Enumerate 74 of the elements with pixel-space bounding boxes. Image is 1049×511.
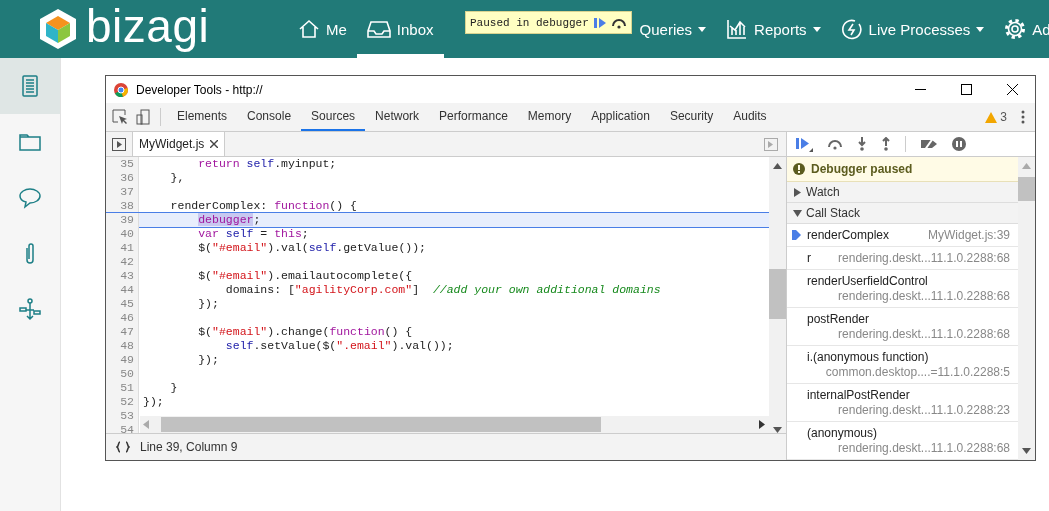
source-location: rendering.deskt...11.1.0.2288:68 [838,289,1010,304]
line-number: 46 [106,311,139,325]
code-line: domains: ["agilityCorp.com"] //add your own additional domains [224,283,661,297]
line-number: 38 [106,199,139,213]
window-title: Developer Tools - http:// [136,82,263,97]
function-name: r [807,251,811,266]
code-line: } [169,381,178,395]
function-name: (anonymous) [807,426,878,441]
source-location: rendering.deskt...11.1.0.2288:68 [838,251,1010,266]
nav-tab[interactable]: Queries [629,0,717,58]
line-number: 47 [106,325,139,339]
line-number: 36 [106,171,139,185]
code-line: self.setValue($(".email").val()); [224,339,454,353]
nav-tab[interactable]: Inbox [356,0,444,58]
function-name: i.(anonymous function) [807,350,929,365]
line-number: 41 [106,241,139,255]
code-line: debugger; [197,213,261,227]
devtools-tab[interactable]: Console [237,103,302,131]
line-number: 45 [106,297,139,311]
line-number: 37 [106,185,139,199]
nav-tab[interactable]: Live Processes [830,0,995,58]
tooltip-text: Paused in debugger [470,16,589,29]
devtools-tab[interactable]: Memory [517,103,582,131]
line-number: 53 [106,409,139,423]
paused-message: Debugger paused [811,162,913,177]
line-number: 35 [106,157,139,171]
function-name: renderComplex [807,228,890,243]
function-name: renderUserfieldControl [807,274,928,289]
section-header[interactable]: Call Stack [787,203,1018,224]
line-number: 39 [106,213,139,227]
source-location: rendering.deskt...11.1.0.2288:68 [838,441,1010,456]
line-number: 40 [106,227,139,241]
source-location: common.desktop....=11.1.0.2288:5 [825,365,1010,380]
code-line: $("#email").emailautocomplete({ [197,269,413,283]
code-line: return self.myinput; [197,157,337,171]
code-line: }, [169,171,185,185]
nav-tab[interactable]: Ad [994,0,1049,58]
warning-count: 3 [1000,110,1007,124]
line-number: 50 [106,367,139,381]
code-line: $("#email").val(self.getValue()); [197,241,426,255]
function-name: postRender [807,312,870,327]
code-line: }); [197,353,219,367]
line-number: 42 [106,255,139,269]
cursor-position: Line 39, Column 9 [140,440,238,454]
file-name: MyWidget.js [139,137,205,151]
line-number: 44 [106,283,139,297]
line-number: 43 [106,269,139,283]
call-stack-frame[interactable]: r rendering.deskt...11.1.0.2288:68 [787,247,1018,270]
source-location: MyWidget.js:39 [927,228,1010,243]
section-title: Watch [806,185,840,200]
line-number: 52 [106,395,139,409]
file-tab[interactable]: MyWidget.js [132,132,226,156]
code-line: }); [142,395,164,409]
line-number: 48 [106,339,139,353]
devtools-tab[interactable]: Audits [723,103,777,131]
source-location: rendering.deskt...11.1.0.2288:23 [838,403,1010,418]
code-line: renderComplex: function() { [169,199,357,213]
line-number: 49 [106,353,139,367]
code-line: var self = this; [197,227,309,241]
source-location: rendering.deskt...11.1.0.2288:68 [838,327,1010,342]
call-stack-frame[interactable]: renderComplex MyWidget.js:39 [787,224,1018,247]
nav-tab[interactable]: Reports [716,0,831,58]
line-number: 51 [106,381,139,395]
nav-tab[interactable]: Me [288,0,357,58]
devtools-tab[interactable]: Security [659,103,724,131]
function-name: internalPostRender [807,388,910,403]
devtools-tab[interactable]: Elements [167,103,238,131]
code-line: }); [197,297,219,311]
devtools-tab[interactable]: Network [365,103,430,131]
code-line: $("#email").change(function() { [197,325,413,339]
devtools-tab[interactable]: Performance [429,103,518,131]
section-title: Call Stack [806,206,861,221]
section-header[interactable]: Watch [787,182,1018,204]
devtools-tab[interactable]: Application [581,103,660,131]
